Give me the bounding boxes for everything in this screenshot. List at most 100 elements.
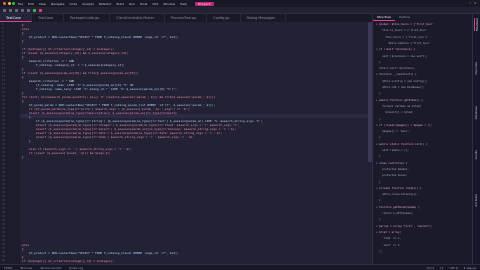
maximize-window-icon[interactable] <box>12 2 15 5</box>
structure-tree-item[interactable]: ▾ function __construct() { <box>376 73 417 76</box>
editor-tab[interactable]: PackageGuide.go <box>64 14 111 22</box>
structure-tree-item[interactable]: ); <box>376 250 382 253</box>
editor-tab[interactable]: ClientController/Tester <box>110 14 166 22</box>
structure-tree-item[interactable]: this_hours = ['first_hour'] <box>376 36 427 39</box>
code-line[interactable]: elseif ($_session[param[no_type]==descri… <box>22 111 177 115</box>
status-item[interactable]: Version Control <box>40 266 61 270</box>
structure-tree-item[interactable]: } <box>376 61 381 64</box>
settings-icon[interactable]: ⚙ <box>474 1 476 5</box>
structure-tree-item[interactable]: return $_GET[$name]; <box>376 212 413 215</box>
menu-item[interactable]: Navigate <box>51 2 64 6</box>
search-icon[interactable]: ⌕ <box>469 1 471 5</box>
tool-window-label[interactable]: Favorites <box>474 62 478 75</box>
structure-panel-tab[interactable]: Structure <box>373 14 395 21</box>
structure-tree-item[interactable]: $pages[] = 'main'; <box>376 130 410 133</box>
menu-item[interactable]: File <box>18 2 23 6</box>
structure-tree-item[interactable]: this->x_hours = ['first_hour' <box>376 29 427 32</box>
editor-tab[interactable]: TestCase <box>0 14 32 22</box>
code-area[interactable]: } else{ $f_product = $DB->selectRow("SELE… <box>22 22 370 264</box>
code-line[interactable]: $f_product = $DB->selectRow("SELECT * FR… <box>22 251 179 255</box>
code-line[interactable]: f_catalog.`name_lang` LIKE '%".$lang_id.… <box>22 87 177 91</box>
code-line[interactable]: f_catalog.`category_id` = ".$_session[ca… <box>22 63 125 67</box>
structure-tree-item[interactable]: protected $model; <box>376 168 409 171</box>
forward-icon[interactable] <box>27 8 30 12</box>
structure-tree-item[interactable]: ▾ function getParam($name) { <box>376 206 420 209</box>
structure-tree-item[interactable]: self::$instance = new self(); <box>376 55 427 58</box>
menu-item[interactable]: Refactor <box>99 2 112 6</box>
tool-window-label[interactable]: Gradle <box>474 150 478 159</box>
structure-tree-item[interactable]: $this->$hours ['first_hour' <box>376 42 430 45</box>
code-line[interactable]: if (isset ($_session[param_on][0]) && tr… <box>22 71 139 75</box>
editor-tab[interactable]: Dialog Messages <box>241 14 287 22</box>
structure-tree-item[interactable]: protected $view; <box>376 174 407 177</box>
status-info[interactable]: 112:1 <box>426 266 434 270</box>
structure-tree-item[interactable]: } <box>376 155 381 158</box>
structure-tree-item[interactable]: ▾ public function getItems() { <box>376 99 423 102</box>
structure-tree-item[interactable]: ▾ if (!isset($pages)) { $pages = []; <box>376 124 432 127</box>
menu-item[interactable]: Code <box>69 2 77 6</box>
structure-tree-item[interactable]: } <box>376 199 381 202</box>
minimize-window-icon[interactable] <box>7 2 11 5</box>
structure-tree-item[interactable]: ▾ if (!self::$instance) { <box>376 48 415 51</box>
code-line[interactable]: $f_product = $DB->selectRow("SELECT * FR… <box>22 35 179 39</box>
run-icon[interactable] <box>33 8 36 12</box>
code-line[interactable]: } <box>22 139 31 143</box>
structure-tree-item[interactable]: $result[] = $item; <box>376 111 413 114</box>
structure-tree-item[interactable]: $this->db = new Database(); <box>376 86 424 89</box>
structure-tree-item[interactable]: ▾ class Controller { <box>376 162 407 165</box>
tool-window-label[interactable]: Database <box>474 106 478 119</box>
menu-item[interactable]: VCS <box>152 2 158 6</box>
editor-tab[interactable]: ProcessTree.go <box>165 14 208 22</box>
structure-tree-item[interactable]: } <box>376 118 381 121</box>
project-badge[interactable]: Project <box>194 1 214 6</box>
debug-icon[interactable] <box>39 8 42 12</box>
menu-item[interactable]: Window <box>163 2 175 6</box>
status-info[interactable]: UTF-8 <box>450 266 458 270</box>
structure-tree-item[interactable]: ▾ $list = array( <box>376 231 401 234</box>
structure-tree-item[interactable]: self::$data = []; <box>376 149 409 152</box>
code-line[interactable]: if (isset ($_session['param_'.$i]) && $s… <box>22 151 111 155</box>
code-line[interactable]: if ($category) $f_criterion[category_id]… <box>22 259 114 263</box>
structure-tree-item[interactable]: $this->view->display(); <box>376 193 418 196</box>
menu-item[interactable]: Help <box>180 2 187 6</box>
menu-item[interactable]: Build <box>117 2 125 6</box>
status-item[interactable]: Terminal <box>20 266 32 270</box>
structure-tree-item[interactable]: ▾ private function render() { <box>376 187 421 190</box>
status-info[interactable]: 4 spaces <box>464 266 476 270</box>
structure-tree-item[interactable]: ▾ global: $this_hours = ['first_hour' <box>376 23 434 26</box>
structure-tree-item[interactable]: } <box>376 136 381 139</box>
code-line[interactable]: } <box>22 39 24 43</box>
close-window-icon[interactable] <box>3 2 6 5</box>
code-line[interactable]: elseif ($_session[param[no_type]]=='mode… <box>22 135 194 139</box>
back-icon[interactable] <box>21 8 24 12</box>
status-item[interactable]: TODO <box>4 266 12 270</box>
code-line[interactable]: if (isset ($_session[category_id]) && $_… <box>22 51 128 55</box>
structure-tree-item[interactable]: } <box>376 92 381 95</box>
status-info[interactable]: LF <box>440 266 443 270</box>
structure-tree-item[interactable]: $this->config = new Config(); <box>376 80 427 83</box>
structure-tree-item[interactable]: } <box>376 218 381 221</box>
status-item[interactable]: Event Log <box>69 266 83 270</box>
menu-item[interactable]: Edit <box>28 2 34 6</box>
structure-tree-item[interactable]: } <box>376 181 381 184</box>
menu-item[interactable]: Analyze <box>82 2 94 6</box>
tool-window-label[interactable]: Ant Build <box>474 194 478 207</box>
structure-tree-item[interactable]: ▾ $array = array('first', 'second'); <box>376 225 432 228</box>
structure-tree-item[interactable]: return self::$instance; <box>376 67 415 70</box>
code-line[interactable]: } <box>22 155 24 159</box>
refresh-icon[interactable] <box>15 8 18 12</box>
editor-tab[interactable]: TestCase <box>32 14 64 22</box>
code-line[interactable]: for ($i=1; $i<=$search_param_quantity; $… <box>22 95 215 99</box>
open-folder-icon[interactable] <box>3 8 6 12</box>
menu-item[interactable]: View <box>39 2 46 6</box>
structure-tree-item[interactable]: 'item' => 1, <box>376 237 401 240</box>
structure-panel-tab[interactable]: Outline <box>395 14 414 21</box>
tool-window-label[interactable]: Structure <box>474 18 479 32</box>
code-editor[interactable]: 1 2 3 4 5 6 7 8 9 10 11 12 13 14 15 16 17 18 19 20 21 22 23 24 2… <box>0 22 372 264</box>
structure-tree-item[interactable]: 'next' => 2 <box>376 244 399 247</box>
structure-tree-item[interactable]: foreach ($items as $item) <box>376 105 421 108</box>
menu-item[interactable]: Tools <box>140 2 147 6</box>
menu-item[interactable]: Run <box>129 2 135 6</box>
structure-tree-item[interactable]: ▾ public static function init() { <box>376 143 428 146</box>
editor-tab[interactable]: Config.go <box>207 14 241 22</box>
